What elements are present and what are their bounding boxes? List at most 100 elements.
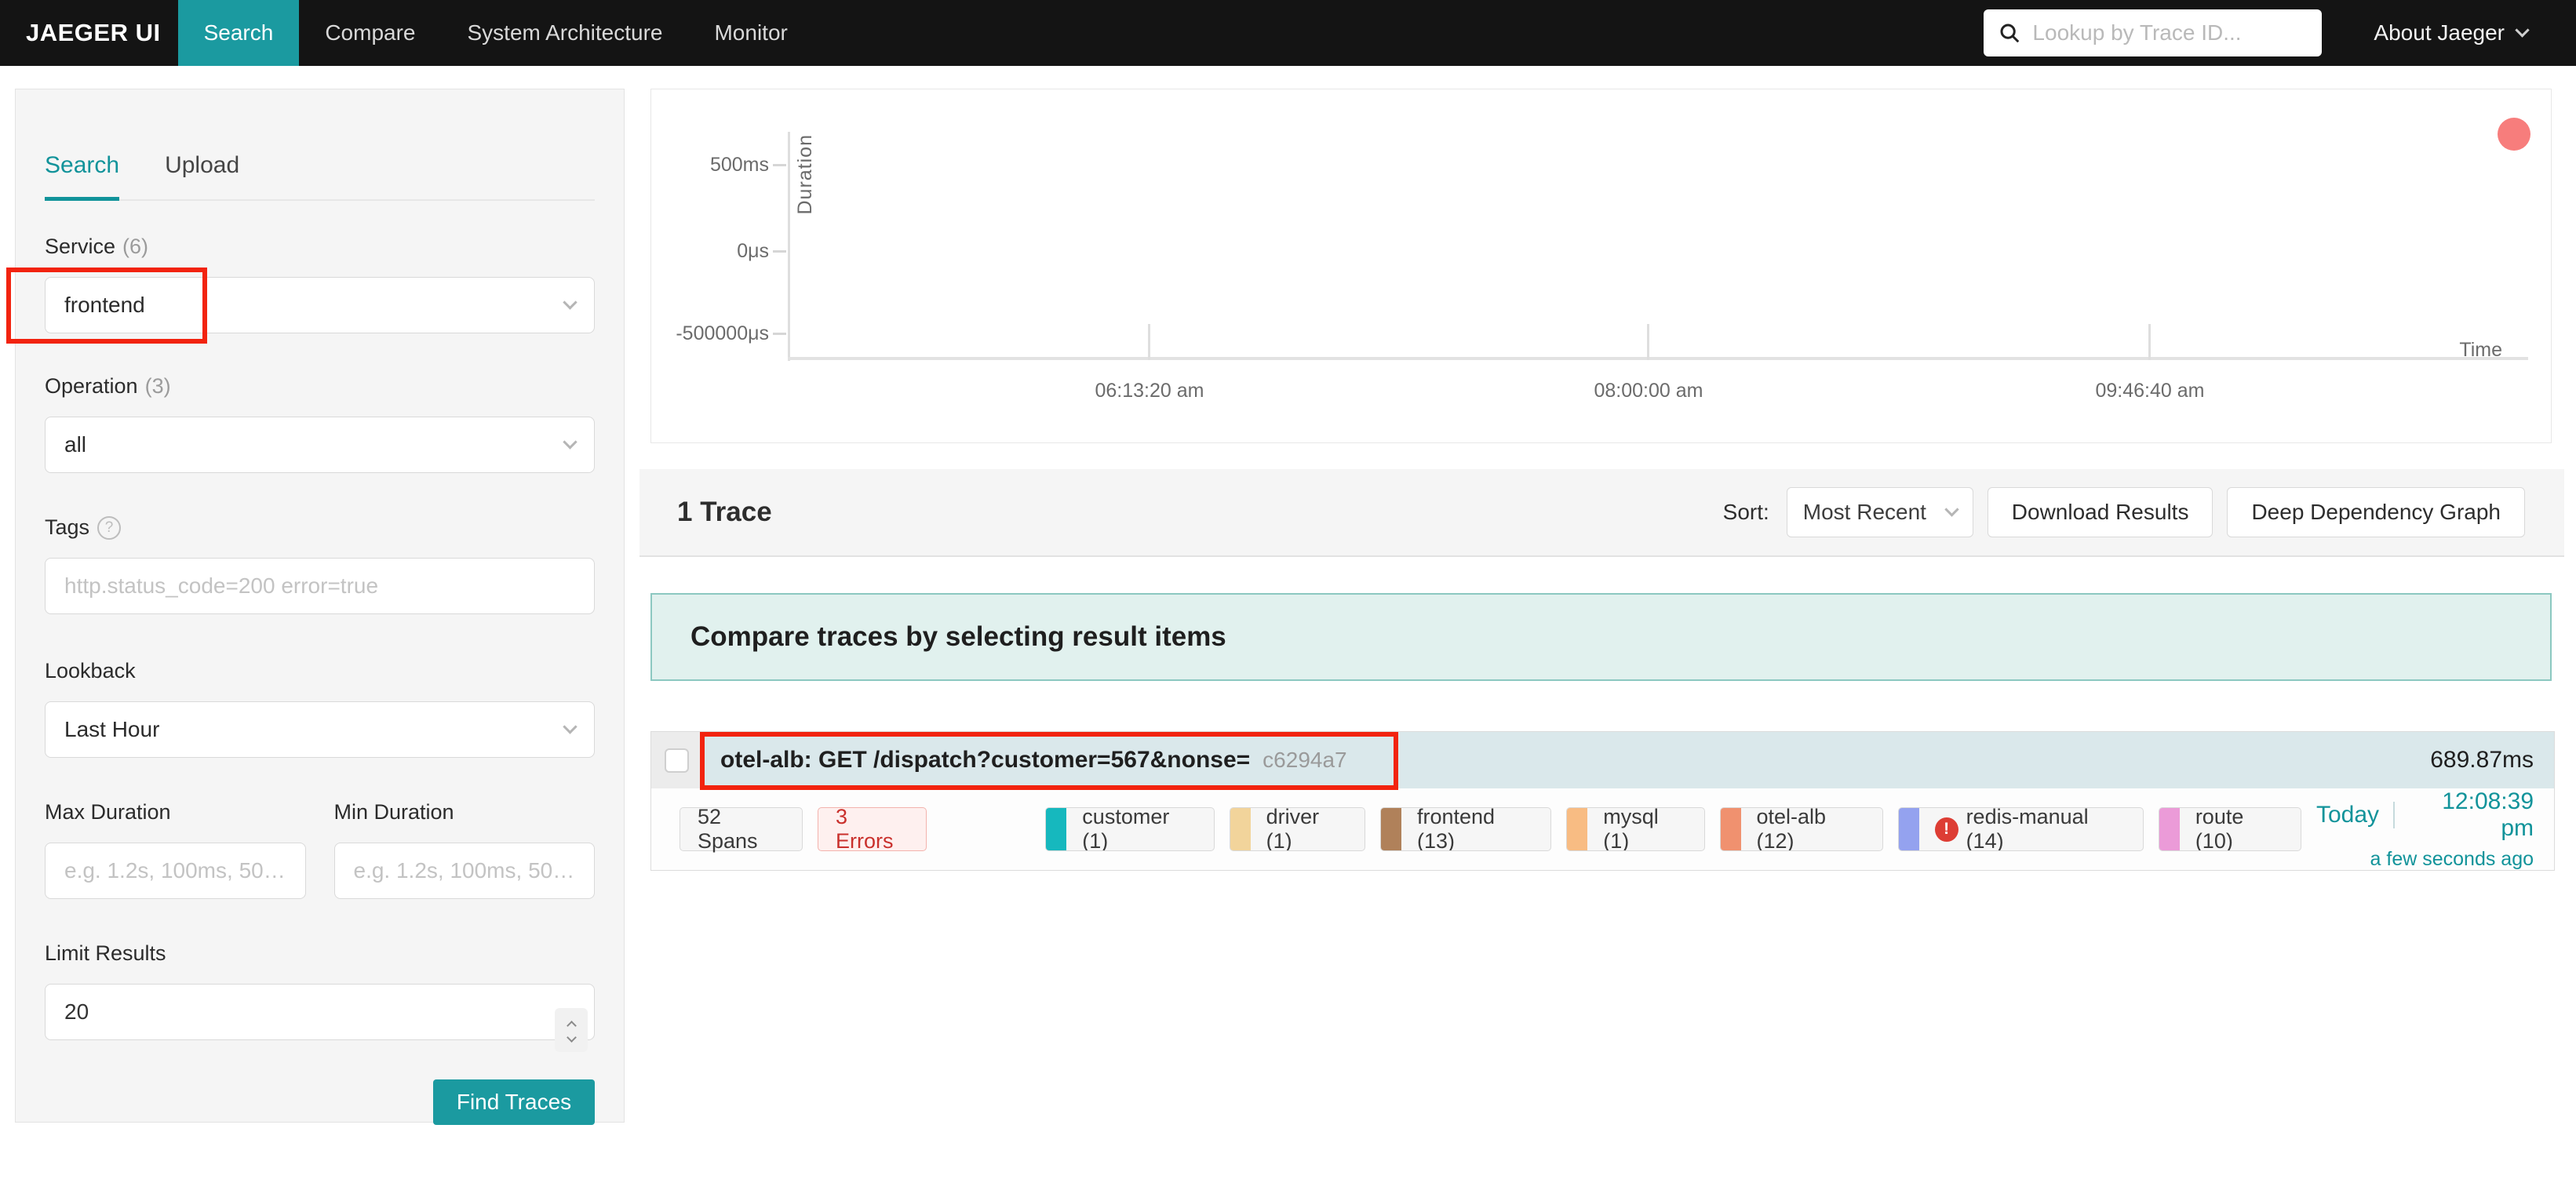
service-tag-label: otel-alb (12) [1756,807,1827,851]
min-duration-input[interactable] [353,858,575,883]
service-tag-chip: ! redis-manual (14) [1897,807,2144,851]
service-color-bar [1567,808,1588,850]
service-color-bar [1046,808,1067,850]
y-tick-mark [773,250,786,253]
top-navbar: JAEGER UI Search Compare System Architec… [0,0,2576,66]
y-tick-label: -500000μs [676,322,769,344]
service-tag-label: mysql (1) [1603,807,1659,851]
limit-results-label: Limit Results [45,941,166,965]
trace-result-item: otel-alb: GET /dispatch?customer=567&non… [650,731,2555,871]
service-tag-chip: route (10) [2158,807,2301,851]
search-sidebar: Search Upload Service (6) frontend Opera… [15,89,625,1125]
x-tick-mark [2148,324,2151,360]
chevron-down-icon [563,719,578,734]
service-tag-label: customer (1) [1082,807,1170,851]
help-icon[interactable]: ? [97,515,122,540]
service-color-bar [2159,808,2180,850]
service-tag-chip: driver (1) [1229,807,1366,851]
service-color-bar [1720,808,1741,850]
about-jaeger-label: About Jaeger [2374,20,2505,45]
sidebar-tabs: Search Upload [45,89,595,201]
service-tag-chip: otel-alb (12) [1719,807,1883,851]
max-duration-label: Max Duration [45,800,171,824]
about-jaeger-menu[interactable]: About Jaeger [2374,20,2530,46]
lookback-label: Lookback [45,659,136,682]
x-tick-label: 08:00:00 am [1594,380,1703,402]
chevron-down-icon [2515,22,2530,38]
compare-banner: Compare traces by selecting result items [650,593,2552,681]
trace-date: Today [2315,801,2380,828]
sort-select[interactable]: Most Recent [1786,487,1973,537]
trace-duration: 689.87ms [2430,747,2534,773]
chevron-down-icon [563,294,578,310]
service-count: (6) [122,235,149,258]
lookback-select[interactable]: Last Hour [45,701,595,758]
trace-scatter-point[interactable] [2498,118,2530,151]
find-traces-button[interactable]: Find Traces [433,1079,595,1125]
service-tag-label: redis-manual (14) [1966,807,2089,851]
service-tag-chip: frontend (13) [1380,807,1552,851]
service-tag-chip: customer (1) [1045,807,1215,851]
y-tick-mark [773,333,786,335]
stepper-down-icon[interactable] [566,1032,577,1043]
trace-relative-time: a few seconds ago [2370,847,2534,870]
trace-lookup-input[interactable] [2032,20,2308,46]
tab-search[interactable]: Search [45,152,120,201]
service-select[interactable]: frontend [45,277,595,333]
trace-lookup-box[interactable] [1984,9,2323,56]
span-count-chip: 52 Spans [680,805,803,853]
y-tick-label: 500ms [709,154,769,176]
y-axis-line [788,132,790,361]
duration-scatter-chart[interactable]: Duration 500ms 0μs -500000μs 06:13:20 am… [650,89,2552,443]
service-tag-label: frontend (13) [1416,807,1496,851]
trace-short-id: c6294a7 [1262,748,1347,772]
nav-tab-search[interactable]: Search [177,0,300,66]
tags-input[interactable] [64,573,575,599]
nav-tab-system-architecture[interactable]: System Architecture [442,0,689,66]
trace-title[interactable]: otel-alb: GET /dispatch?customer=567&non… [720,747,1250,774]
trace-result-footer: 52 Spans 3 Errors customer (1) driver (1… [651,788,2554,870]
trace-checkbox-cell [651,732,701,788]
nav-tab-compare[interactable]: Compare [299,0,441,66]
download-results-button[interactable]: Download Results [1987,487,2213,537]
limit-results-input[interactable] [64,999,575,1025]
tags-label: Tags ? [45,515,595,540]
operation-select-value: all [64,432,87,457]
min-duration-wrap [333,843,595,899]
sort-select-value: Most Recent [1802,500,1926,524]
chevron-down-icon [1944,501,1959,517]
trace-result-header[interactable]: otel-alb: GET /dispatch?customer=567&non… [651,732,2554,788]
lookback-select-value: Last Hour [64,717,160,741]
compare-banner-text: Compare traces by selecting result items [690,621,1226,652]
results-header: 1 Trace Sort: Most Recent Download Resul… [639,469,2564,557]
x-axis-title: Time [2459,339,2502,361]
service-color-bar [1898,808,1919,850]
sort-label: Sort: [1722,500,1769,524]
service-select-value: frontend [64,293,145,317]
trace-timestamp: Today 12:08:39 pm a few seconds ago [2316,788,2534,871]
search-icon [2000,24,2020,43]
error-count-chip: 3 Errors [817,805,927,853]
operation-select[interactable]: all [45,417,595,473]
limit-results-wrap [45,984,595,1040]
trace-time: 12:08:39 pm [2442,788,2534,841]
operation-count: (3) [144,374,171,398]
timestamp-divider [2393,801,2395,828]
trace-count: 1 Trace [677,497,772,527]
max-duration-input[interactable] [64,858,286,883]
service-tag-chip: mysql (1) [1566,807,1705,851]
y-axis-title: Duration [794,134,816,215]
x-tick-mark [1647,324,1649,360]
service-color-bar [1230,808,1251,850]
app-title: JAEGER UI [26,19,161,46]
max-duration-wrap [45,843,306,899]
number-stepper[interactable] [555,1008,588,1052]
stepper-up-icon[interactable] [566,1021,577,1031]
x-tick-mark [1148,324,1150,360]
tab-upload[interactable]: Upload [165,152,239,199]
y-tick-label: 0μs [737,240,769,262]
nav-tab-monitor[interactable]: Monitor [688,0,813,66]
deep-dependency-graph-button[interactable]: Deep Dependency Graph [2227,487,2525,537]
error-badge-icon: ! [1934,817,1958,842]
trace-compare-checkbox[interactable] [664,748,689,773]
